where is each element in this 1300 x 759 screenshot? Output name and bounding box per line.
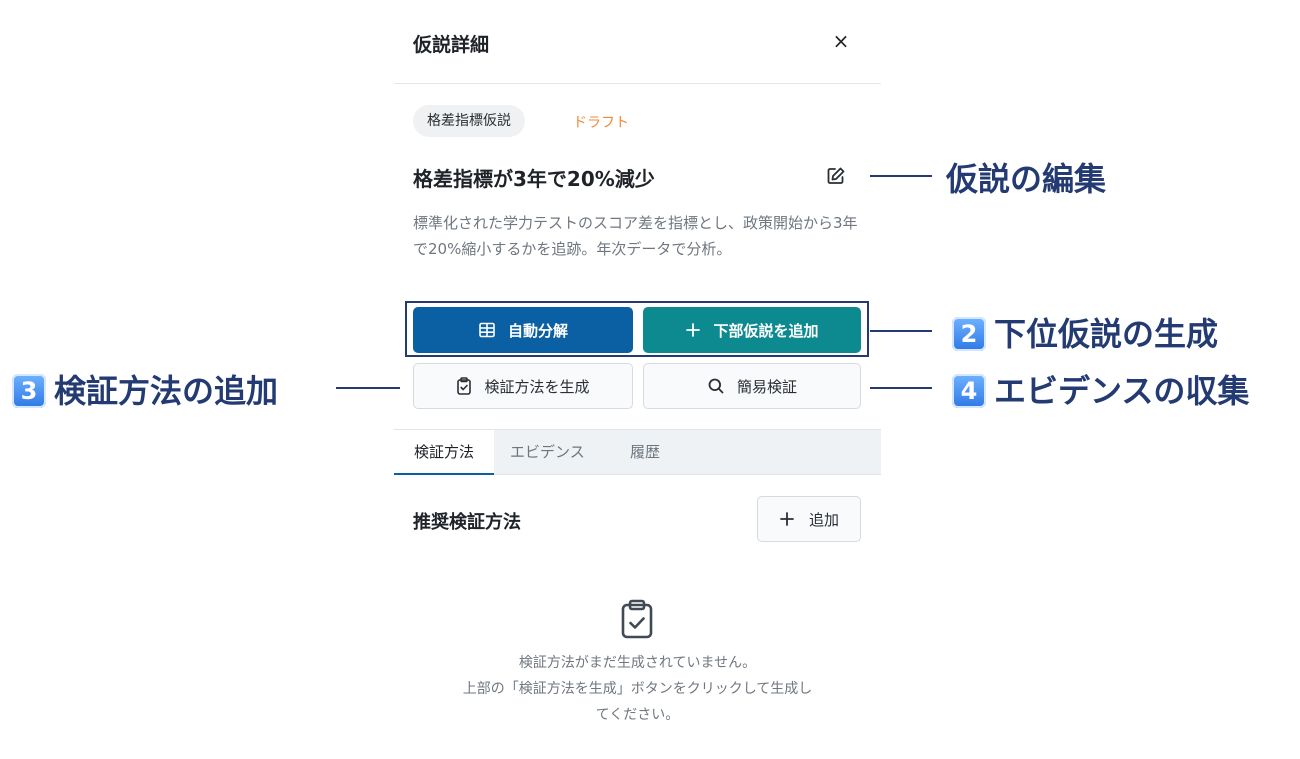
annotation-line-method [336, 387, 400, 389]
close-icon: × [832, 29, 850, 53]
number-badge-2: 2 [952, 317, 986, 351]
add-method-button[interactable]: 追加 [757, 496, 861, 542]
tab-bar: 検証方法 エビデンス 履歴 [394, 429, 881, 475]
auto-decompose-button[interactable]: 自動分解 [413, 307, 633, 353]
auto-decompose-label: 自動分解 [507, 321, 568, 340]
category-tag: 格差指標仮説 [413, 105, 525, 137]
plus-icon [686, 323, 701, 337]
tab-evidence[interactable]: エビデンス [510, 430, 585, 475]
search-icon [708, 378, 724, 394]
annotation-method: 3 検証方法の追加 [12, 366, 278, 412]
edit-icon [827, 167, 845, 184]
table-icon [479, 322, 495, 338]
hypothesis-description: 標準化された学力テストのスコア差を指標とし、政策開始から3年で20%縮小するかを… [413, 214, 858, 258]
annotation-line-evidence [870, 387, 932, 389]
empty-state-line-1: 検証方法がまだ生成されていません。 [518, 655, 757, 671]
quick-verify-label: 簡易検証 [736, 377, 797, 396]
empty-state-line-3: てください。 [595, 707, 680, 723]
annotation-edit: 仮説の編集 [946, 154, 1106, 200]
status-badge: ドラフト [573, 115, 629, 131]
add-sub-hypothesis-label: 下部仮説を追加 [713, 321, 819, 340]
annotation-sub-text: 下位仮説の生成 [994, 315, 1219, 353]
close-button[interactable]: × [828, 28, 854, 54]
annotation-evidence: 4 エビデンスの収集 [952, 366, 1249, 412]
hypothesis-detail-panel: 仮説詳細 × 格差指標仮説 ドラフト 格差指標が3年で20%減少 標準化された学… [394, 0, 881, 759]
annotation-evidence-text: エビデンスの収集 [994, 372, 1250, 410]
section-title: 推奨検証方法 [413, 512, 521, 533]
tab-methods[interactable]: 検証方法 [394, 430, 494, 475]
number-badge-4: 4 [952, 374, 986, 408]
add-sub-hypothesis-button[interactable]: 下部仮説を追加 [643, 307, 861, 353]
generate-method-label: 検証方法を生成 [484, 377, 590, 396]
panel-title: 仮説詳細 [413, 34, 490, 56]
clipboard-check-icon [457, 377, 472, 395]
annotation-sub: 2 下位仮説の生成 [952, 309, 1218, 355]
add-method-label: 追加 [808, 510, 839, 529]
annotation-edit-text: 仮説の編集 [946, 160, 1107, 198]
empty-state-line-2: 上部の「検証方法を生成」ボタンをクリックして生成し [462, 681, 813, 697]
tab-history[interactable]: 履歴 [630, 430, 660, 475]
plus-icon [780, 512, 794, 526]
annotation-method-text: 検証方法の追加 [54, 372, 279, 410]
generate-method-button[interactable]: 検証方法を生成 [413, 363, 633, 409]
edit-button[interactable] [824, 164, 848, 188]
quick-verify-button[interactable]: 簡易検証 [643, 363, 861, 409]
empty-state-clipboard-icon [620, 599, 654, 639]
annotation-line-edit [870, 175, 932, 177]
hypothesis-title: 格差指標が3年で20%減少 [413, 167, 655, 191]
empty-state-message: 検証方法がまだ生成されていません。 上部の「検証方法を生成」ボタンをクリックして… [394, 650, 881, 728]
panel-header: 仮説詳細 × [394, 0, 881, 84]
annotation-line-sub [870, 330, 932, 332]
number-badge-3: 3 [12, 374, 46, 408]
